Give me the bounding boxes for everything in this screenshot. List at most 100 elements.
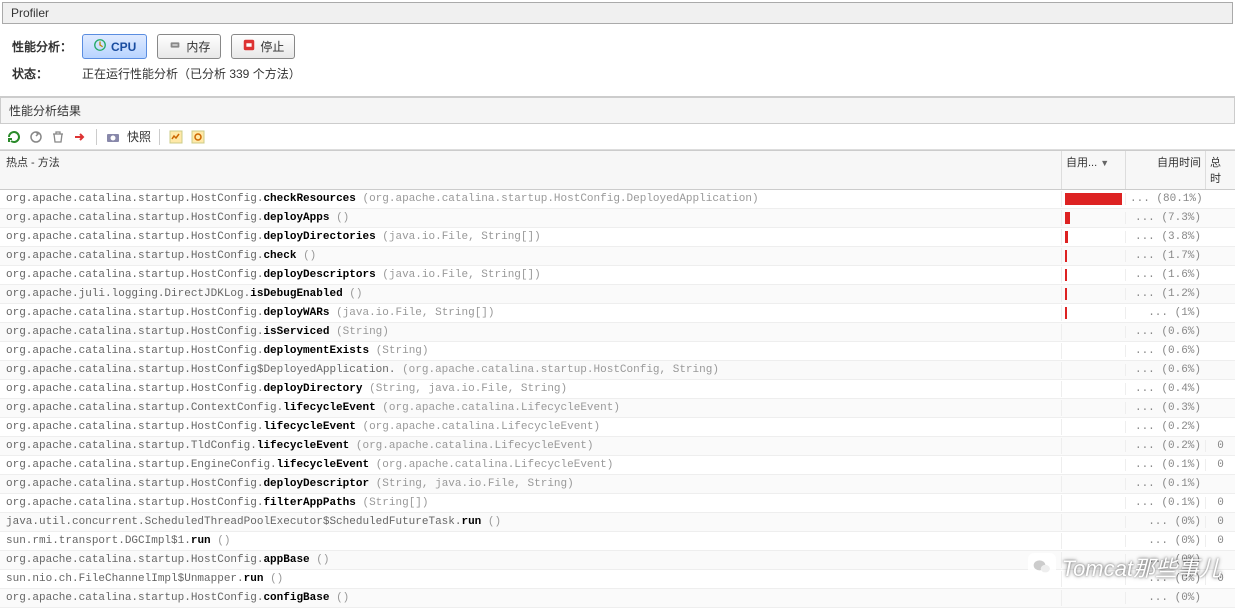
time-cell: ... (1.7%): [1125, 250, 1205, 262]
time-cell: ... (0.3%): [1125, 402, 1205, 414]
time-cell: ... (1.2%): [1125, 288, 1205, 300]
method-cell: org.apache.catalina.startup.HostConfig.l…: [0, 419, 1061, 435]
method-cell: sun.nio.ch.FileChannelImpl$Unmapper.run …: [0, 571, 1061, 587]
bar-cell: [1061, 476, 1125, 492]
method-cell: org.apache.catalina.startup.HostConfig.f…: [0, 495, 1061, 511]
bar-cell: [1061, 229, 1125, 245]
table-row[interactable]: org.apache.catalina.startup.HostConfig.d…: [0, 304, 1235, 323]
table-row[interactable]: org.apache.catalina.startup.HostConfig.f…: [0, 494, 1235, 513]
table-row[interactable]: java.util.concurrent.ScheduledThreadPool…: [0, 513, 1235, 532]
time-cell: ... (0%): [1125, 573, 1205, 585]
method-cell: org.apache.catalina.startup.HostConfig.a…: [0, 552, 1061, 568]
method-cell: org.apache.catalina.startup.HostConfig.d…: [0, 210, 1061, 226]
method-cell: sun.rmi.transport.DGCImpl$1.run (): [0, 533, 1061, 549]
table-row[interactable]: org.apache.catalina.startup.HostConfig.l…: [0, 418, 1235, 437]
cpu-button-label: CPU: [111, 40, 136, 54]
header-self[interactable]: 自用... ▼: [1061, 151, 1125, 189]
time-cell: ... (0.6%): [1125, 326, 1205, 338]
table-row[interactable]: org.apache.catalina.startup.HostConfig.a…: [0, 551, 1235, 570]
table-row[interactable]: org.apache.catalina.startup.ContextConfi…: [0, 399, 1235, 418]
time-cell: ... (0.2%): [1125, 440, 1205, 452]
bar-cell: [1061, 400, 1125, 416]
time-cell: ... (0%): [1125, 516, 1205, 528]
table-row[interactable]: org.apache.catalina.startup.HostConfig.c…: [0, 190, 1235, 209]
bar-cell: [1061, 343, 1125, 359]
chip-icon: [168, 38, 182, 55]
table-header: 热点 - 方法 自用... ▼ 自用时间 总时: [0, 150, 1235, 190]
method-cell: org.apache.catalina.startup.HostConfig$D…: [0, 362, 1061, 378]
table-row[interactable]: org.apache.catalina.startup.HostConfig.c…: [0, 589, 1235, 608]
method-cell: org.apache.catalina.startup.HostConfig.d…: [0, 343, 1061, 359]
method-cell: org.apache.catalina.startup.HostConfig.d…: [0, 305, 1061, 321]
bar-cell: [1061, 495, 1125, 511]
table-row[interactable]: org.apache.catalina.startup.TldConfig.li…: [0, 437, 1235, 456]
bar-cell: [1061, 590, 1125, 606]
auto-refresh-icon[interactable]: [28, 129, 44, 145]
table-row[interactable]: org.apache.catalina.startup.HostConfig.d…: [0, 209, 1235, 228]
table-row[interactable]: org.apache.catalina.startup.HostConfig$D…: [0, 361, 1235, 380]
method-cell: org.apache.catalina.startup.HostConfig.i…: [0, 324, 1061, 340]
stop-icon: [242, 38, 256, 55]
time-cell: ... (0.6%): [1125, 345, 1205, 357]
header-total[interactable]: 总时: [1205, 151, 1235, 189]
stop-button-label: 停止: [260, 38, 284, 55]
time-cell: ... (0.4%): [1125, 383, 1205, 395]
refresh-icon[interactable]: [6, 129, 22, 145]
table-row[interactable]: org.apache.catalina.startup.HostConfig.d…: [0, 380, 1235, 399]
table-row[interactable]: org.apache.catalina.startup.HostConfig.d…: [0, 342, 1235, 361]
bar-cell: [1061, 362, 1125, 378]
bar-cell: [1061, 324, 1125, 340]
time-cell: ... (0.1%): [1125, 497, 1205, 509]
table-row[interactable]: sun.nio.ch.FileChannelImpl$Unmapper.run …: [0, 570, 1235, 589]
table-row[interactable]: org.apache.catalina.startup.HostConfig.c…: [0, 247, 1235, 266]
method-cell: org.apache.catalina.startup.HostConfig.d…: [0, 476, 1061, 492]
method-cell: org.apache.catalina.startup.HostConfig.d…: [0, 229, 1061, 245]
total-cell: 0: [1205, 516, 1235, 528]
status-label: 状态：: [12, 65, 72, 82]
table-row[interactable]: org.apache.catalina.startup.HostConfig.d…: [0, 266, 1235, 285]
results-table: org.apache.catalina.startup.HostConfig.c…: [0, 190, 1235, 608]
method-cell: org.apache.juli.logging.DirectJDKLog.isD…: [0, 286, 1061, 302]
memory-button[interactable]: 内存: [157, 34, 221, 59]
time-cell: ... (0%): [1125, 592, 1205, 604]
total-cell: 0: [1205, 497, 1235, 509]
bar-cell: [1061, 419, 1125, 435]
table-row[interactable]: org.apache.catalina.startup.HostConfig.i…: [0, 323, 1235, 342]
trash-icon[interactable]: [50, 129, 66, 145]
method-cell: org.apache.catalina.startup.ContextConfi…: [0, 400, 1061, 416]
stop-button[interactable]: 停止: [231, 34, 295, 59]
table-row[interactable]: sun.rmi.transport.DGCImpl$1.run ()... (0…: [0, 532, 1235, 551]
time-cell: ... (0.6%): [1125, 364, 1205, 376]
results-title: 性能分析结果: [0, 97, 1235, 124]
export-icon[interactable]: [72, 129, 88, 145]
method-cell: org.apache.catalina.startup.HostConfig.d…: [0, 381, 1061, 397]
reset-icon[interactable]: [190, 129, 206, 145]
header-time[interactable]: 自用时间: [1125, 151, 1205, 189]
bar-cell: [1061, 514, 1125, 530]
time-cell: ... (0.1%): [1125, 459, 1205, 471]
bar-cell: [1061, 533, 1125, 549]
table-row[interactable]: org.apache.juli.logging.DirectJDKLog.isD…: [0, 285, 1235, 304]
method-cell: org.apache.catalina.startup.EngineConfig…: [0, 457, 1061, 473]
table-row[interactable]: org.apache.catalina.startup.EngineConfig…: [0, 456, 1235, 475]
header-method[interactable]: 热点 - 方法: [0, 151, 1061, 189]
bar-cell: [1061, 286, 1125, 302]
total-cell: 0: [1205, 440, 1235, 452]
snapshot-label[interactable]: 快照: [127, 128, 151, 145]
bar-cell: [1061, 571, 1125, 587]
method-cell: org.apache.catalina.startup.HostConfig.d…: [0, 267, 1061, 283]
time-cell: ... (80.1%): [1125, 193, 1205, 205]
cpu-button[interactable]: CPU: [82, 34, 147, 59]
bar-cell: [1061, 305, 1125, 321]
chart-icon[interactable]: [168, 129, 184, 145]
bar-cell: [1061, 552, 1125, 568]
table-row[interactable]: org.apache.catalina.startup.HostConfig.d…: [0, 475, 1235, 494]
bar-cell: [1061, 457, 1125, 473]
results-toolbar: 快照: [0, 124, 1235, 150]
toolbar-divider: [96, 129, 97, 145]
status-text: 正在运行性能分析（已分析 339 个方法）: [82, 65, 301, 82]
table-row[interactable]: org.apache.catalina.startup.HostConfig.d…: [0, 228, 1235, 247]
method-cell: org.apache.catalina.startup.HostConfig.c…: [0, 590, 1061, 606]
bar-cell: [1061, 381, 1125, 397]
camera-icon[interactable]: [105, 129, 121, 145]
